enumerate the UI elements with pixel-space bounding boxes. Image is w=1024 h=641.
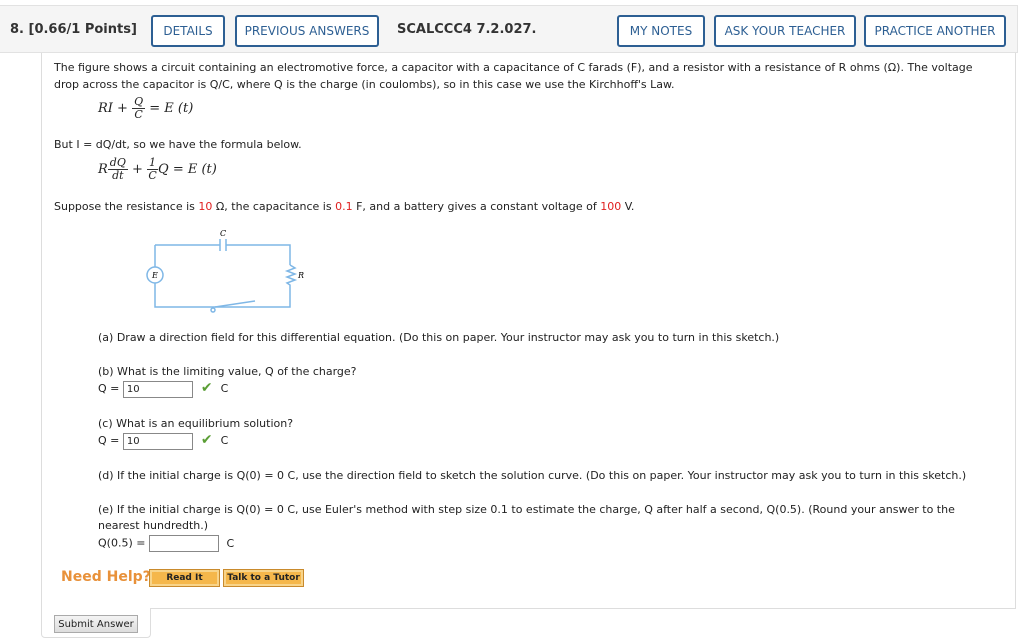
unit: C (220, 434, 229, 447)
eq-term: = E (t) (149, 101, 194, 116)
read-it-button[interactable]: Read It (149, 569, 220, 587)
eq-term: + (132, 162, 143, 177)
emf-label: E (151, 271, 158, 280)
part-b-answer: Q = 10 ✔ C (98, 380, 228, 398)
part-c-answer: Q = 10 ✔ C (98, 432, 228, 450)
part-b-question: (b) What is the limiting value, Q of the… (98, 365, 357, 378)
circuit-wire (154, 244, 291, 308)
capacitor-label: C (220, 229, 226, 238)
part-e-input[interactable] (148, 535, 219, 552)
resistor-symbol (284, 264, 298, 287)
part-e-answer: Q(0.5) = C (98, 535, 234, 552)
part-d: (d) If the initial charge is Q(0) = 0 C,… (98, 469, 967, 482)
text: Suppose the resistance is (54, 200, 199, 213)
my-notes-button[interactable]: MY NOTES (617, 15, 705, 47)
circuit-diagram: C E R (146, 229, 304, 313)
question-code: SCALCCC4 7.2.027. (397, 22, 537, 37)
checkmark-icon: ✔ (200, 380, 213, 396)
fraction: 1C (147, 157, 159, 182)
resistance-value: 10 (198, 200, 213, 213)
suppose-text: Suppose the resistance is 10 Ω, the capa… (54, 199, 634, 215)
eq-term: R (98, 162, 108, 177)
fraction: QC (132, 96, 146, 121)
part-c-question: (c) What is an equilibrium solution? (98, 417, 294, 430)
intro-line-2: drop across the capacitor is Q/C, where … (54, 78, 675, 91)
intro-line-1: The figure shows a circuit containing an… (54, 61, 973, 74)
capacitor-symbol (219, 239, 227, 251)
switch-terminal (210, 307, 216, 313)
switch-symbol (214, 300, 270, 308)
checkmark-icon: ✔ (200, 432, 213, 448)
question-header: 8. [0.66/1 Points] DETAILS PREVIOUS ANSW… (0, 5, 1018, 53)
answer-label: Q(0.5) = (98, 536, 146, 550)
part-e-line-2: nearest hundredth.) (98, 519, 209, 532)
question-points: 8. [0.66/1 Points] (10, 22, 137, 37)
fraction: dQ dt (107, 157, 128, 182)
unit: C (226, 536, 235, 550)
unit: C (220, 382, 229, 395)
practice-another-button[interactable]: PRACTICE ANOTHER (864, 15, 1006, 47)
capacitance-value: 0.1 (335, 200, 353, 213)
part-e-line-1: (e) If the initial charge is Q(0) = 0 C,… (98, 503, 955, 516)
text: V. (621, 200, 635, 213)
voltage-value: 100 (600, 200, 622, 213)
equation-differential: RdQ dt + 1CQ = E (t) (98, 155, 217, 185)
part-a: (a) Draw a direction field for this diff… (98, 331, 780, 344)
eq-term: RI + (98, 101, 128, 116)
denominator: C (148, 169, 157, 182)
answer-label: Q = (98, 434, 120, 447)
text: F, and a battery gives a constant voltag… (352, 200, 601, 213)
text: Ω, the capacitance is (212, 200, 336, 213)
details-button[interactable]: DETAILS (151, 15, 225, 47)
resistor-label: R (297, 271, 304, 280)
but-text: But I = dQ/dt, so we have the formula be… (54, 138, 302, 151)
equation-kirchhoff: RI + QC = E (t) (98, 96, 193, 122)
eq-term: Q = E (t) (158, 162, 217, 177)
submit-answer-button[interactable]: Submit Answer (54, 615, 138, 633)
part-c-input[interactable]: 10 (122, 432, 193, 450)
need-help-label: Need Help? (61, 569, 151, 585)
part-b-input[interactable]: 10 (122, 380, 193, 398)
ask-teacher-button[interactable]: ASK YOUR TEACHER (714, 15, 856, 47)
previous-answers-button[interactable]: PREVIOUS ANSWERS (235, 15, 379, 47)
denominator: dt (112, 169, 124, 182)
denominator: C (134, 108, 143, 121)
talk-to-tutor-button[interactable]: Talk to a Tutor (223, 569, 304, 587)
answer-label: Q = (98, 382, 120, 395)
